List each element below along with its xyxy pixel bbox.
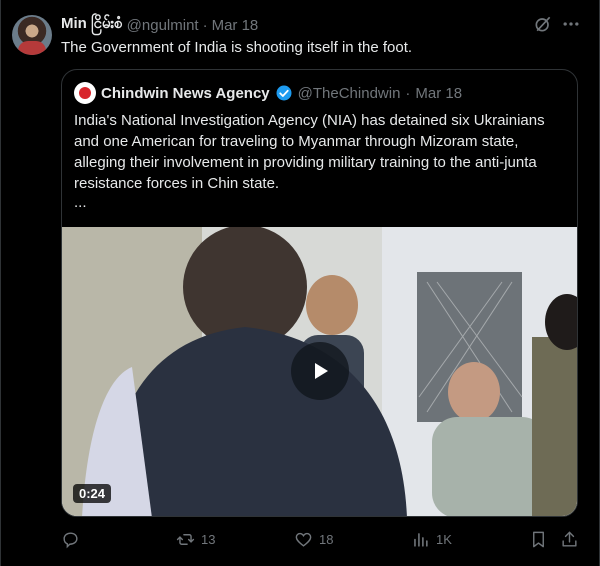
views-chart-icon: [414, 533, 428, 547]
video-player[interactable]: 0:24: [62, 227, 577, 516]
author-avatar[interactable]: [12, 15, 52, 55]
tweet-text: The Government of India is shooting itse…: [61, 39, 413, 56]
repost-button[interactable]: 13: [176, 530, 215, 549]
bookmark-icon: [533, 531, 544, 548]
repost-icon: [176, 534, 195, 545]
reply-button[interactable]: [61, 530, 86, 549]
quoted-tweet-date[interactable]: Mar 18: [415, 85, 462, 102]
quoted-tweet-text: India's National Investigation Agency (N…: [74, 112, 545, 192]
quoted-author-name[interactable]: Chindwin News Agency: [101, 85, 270, 102]
like-button[interactable]: 18: [294, 530, 333, 549]
quoted-tweet[interactable]: Chindwin News Agency @TheChindwin · Mar …: [61, 69, 578, 517]
verified-badge-icon: [276, 85, 292, 101]
more-icon[interactable]: [561, 14, 581, 34]
tweet-card[interactable]: Min ငြိမ်းစံ @ngulmint · Mar 18 The Gove…: [0, 0, 600, 566]
repost-count: 13: [201, 532, 216, 547]
tweet-date[interactable]: Mar 18: [212, 17, 259, 34]
quoted-author-handle[interactable]: @TheChindwin: [298, 85, 401, 102]
tweet-header: Min ငြိမ်းစံ @ngulmint · Mar 18: [61, 14, 258, 36]
quoted-author-avatar[interactable]: [74, 82, 96, 104]
views-button[interactable]: 1K: [411, 530, 452, 549]
video-duration: 0:24: [73, 484, 112, 503]
show-more-ellipsis[interactable]: ...: [74, 194, 87, 211]
bookmark-button[interactable]: [529, 530, 548, 549]
heart-icon: [295, 532, 312, 547]
play-icon: [315, 363, 328, 379]
share-button[interactable]: [560, 530, 579, 549]
author-handle[interactable]: @ngulmint: [127, 17, 199, 34]
separator-dot: ·: [405, 84, 411, 102]
reply-icon: [63, 532, 78, 549]
separator-dot: ·: [202, 16, 208, 34]
quoted-tweet-header: Chindwin News Agency @TheChindwin · Mar …: [74, 82, 462, 104]
view-count: 1K: [436, 532, 452, 547]
play-button[interactable]: [291, 342, 349, 400]
action-bar: 13 18 1K: [1, 530, 600, 550]
author-name[interactable]: Min ငြိမ်းစံ: [61, 14, 123, 36]
like-count: 18: [319, 532, 334, 547]
share-icon: [562, 531, 577, 547]
grok-icon[interactable]: [533, 14, 553, 34]
